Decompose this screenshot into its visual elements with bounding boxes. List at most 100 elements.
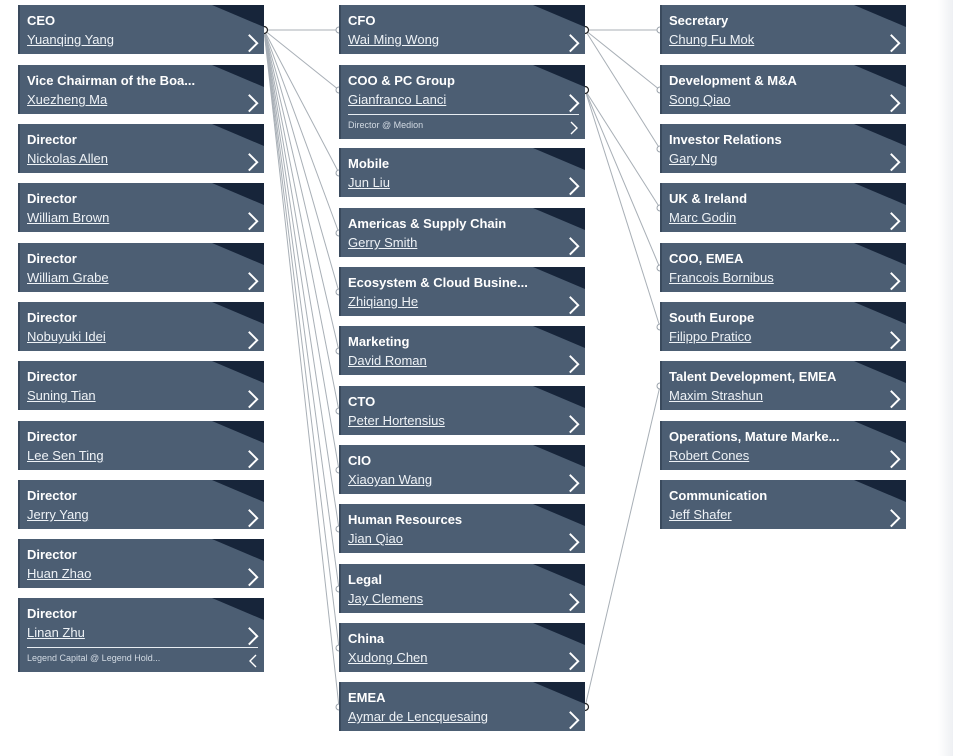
node-person-link[interactable]: Song Qiao — [669, 92, 730, 107]
node-person-link[interactable]: Maxim Strashun — [669, 388, 763, 403]
node-person-link[interactable]: Jerry Yang — [27, 507, 89, 522]
org-node-marketing[interactable]: Marketing David Roman — [339, 326, 585, 375]
chevron-right-icon[interactable] — [246, 210, 260, 231]
org-node-director-tian[interactable]: Director Suning Tian — [18, 361, 264, 410]
chevron-right-icon[interactable] — [567, 709, 581, 730]
org-node-talent[interactable]: Talent Development, EMEA Maxim Strashun — [660, 361, 906, 410]
chevron-right-icon[interactable] — [567, 92, 581, 113]
org-node-coo-pc[interactable]: COO & PC Group Gianfranco Lanci Director @… — [339, 65, 585, 139]
chevron-right-icon[interactable] — [888, 210, 902, 231]
chevron-right-icon[interactable] — [569, 120, 579, 135]
chevron-right-icon[interactable] — [567, 531, 581, 552]
org-node-cto[interactable]: CTO Peter Hortensius — [339, 386, 585, 435]
org-node-hr[interactable]: Human Resources Jian Qiao — [339, 504, 585, 553]
chevron-right-icon[interactable] — [246, 270, 260, 291]
node-person-link[interactable]: Robert Cones — [669, 448, 749, 463]
node-person-link[interactable]: William Grabe — [27, 270, 109, 285]
org-node-operations[interactable]: Operations, Mature Marke... Robert Cones — [660, 421, 906, 470]
org-node-communication[interactable]: Communication Jeff Shafer — [660, 480, 906, 529]
chevron-right-icon[interactable] — [888, 92, 902, 113]
org-node-emea[interactable]: EMEA Aymar de Lencquesaing — [339, 682, 585, 731]
node-person-link[interactable]: Yuanqing Yang — [27, 32, 114, 47]
node-person-link[interactable]: Xudong Chen — [348, 650, 428, 665]
node-person-link[interactable]: Gerry Smith — [348, 235, 417, 250]
chevron-right-icon[interactable] — [567, 294, 581, 315]
chevron-left-icon[interactable] — [248, 653, 258, 668]
org-node-director-grabe[interactable]: Director William Grabe — [18, 243, 264, 292]
node-person-link[interactable]: Jeff Shafer — [669, 507, 732, 522]
chevron-right-icon[interactable] — [246, 329, 260, 350]
org-node-director-zhu[interactable]: Director Linan Zhu Legend Capital @ Legend… — [18, 598, 264, 672]
chevron-right-icon[interactable] — [888, 329, 902, 350]
org-node-director-idei[interactable]: Director Nobuyuki Idei — [18, 302, 264, 351]
chevron-right-icon[interactable] — [246, 566, 260, 587]
chevron-right-icon[interactable] — [888, 151, 902, 172]
node-person-link[interactable]: Jian Qiao — [348, 531, 403, 546]
org-node-south-europe[interactable]: South Europe Filippo Pratico — [660, 302, 906, 351]
org-node-director-yang[interactable]: Director Jerry Yang — [18, 480, 264, 529]
node-title: Operations, Mature Marke... — [669, 429, 840, 444]
node-person-link[interactable]: Huan Zhao — [27, 566, 91, 581]
chevron-right-icon[interactable] — [567, 235, 581, 256]
chevron-right-icon[interactable] — [567, 591, 581, 612]
chevron-right-icon[interactable] — [888, 270, 902, 291]
node-person-link[interactable]: Lee Sen Ting — [27, 448, 104, 463]
org-node-americas[interactable]: Americas & Supply Chain Gerry Smith — [339, 208, 585, 257]
chevron-right-icon[interactable] — [246, 625, 260, 646]
chevron-right-icon[interactable] — [567, 175, 581, 196]
chevron-right-icon[interactable] — [888, 507, 902, 528]
node-person-link[interactable]: Nickolas Allen — [27, 151, 108, 166]
org-node-china[interactable]: China Xudong Chen — [339, 623, 585, 672]
node-person-link[interactable]: Xiaoyan Wang — [348, 472, 432, 487]
node-person-link[interactable]: Wai Ming Wong — [348, 32, 439, 47]
node-title: Legal — [348, 572, 382, 587]
org-node-cfo[interactable]: CFO Wai Ming Wong — [339, 5, 585, 54]
org-node-cio[interactable]: CIO Xiaoyan Wang — [339, 445, 585, 494]
node-person-link[interactable]: Nobuyuki Idei — [27, 329, 106, 344]
node-person-link[interactable]: Peter Hortensius — [348, 413, 445, 428]
org-node-director-allen[interactable]: Director Nickolas Allen — [18, 124, 264, 173]
chevron-right-icon[interactable] — [246, 388, 260, 409]
chevron-right-icon[interactable] — [567, 472, 581, 493]
org-node-director-zhao[interactable]: Director Huan Zhao — [18, 539, 264, 588]
org-node-mobile[interactable]: Mobile Jun Liu — [339, 148, 585, 197]
node-person-link[interactable]: Filippo Pratico — [669, 329, 751, 344]
chevron-right-icon[interactable] — [246, 507, 260, 528]
chevron-right-icon[interactable] — [567, 650, 581, 671]
node-person-link[interactable]: Chung Fu Mok — [669, 32, 754, 47]
org-node-vice-chairman[interactable]: Vice Chairman of the Boa... Xuezheng Ma — [18, 65, 264, 114]
node-person-link[interactable]: Linan Zhu — [27, 625, 85, 640]
chevron-right-icon[interactable] — [246, 151, 260, 172]
chevron-right-icon[interactable] — [567, 32, 581, 53]
org-node-director-brown[interactable]: Director William Brown — [18, 183, 264, 232]
org-node-uk-ireland[interactable]: UK & Ireland Marc Godin — [660, 183, 906, 232]
node-person-link[interactable]: Jun Liu — [348, 175, 390, 190]
org-node-investor[interactable]: Investor Relations Gary Ng — [660, 124, 906, 173]
chevron-right-icon[interactable] — [246, 32, 260, 53]
node-person-link[interactable]: Zhiqiang He — [348, 294, 418, 309]
org-node-development[interactable]: Development & M&A Song Qiao — [660, 65, 906, 114]
chevron-right-icon[interactable] — [567, 413, 581, 434]
org-node-legal[interactable]: Legal Jay Clemens — [339, 564, 585, 613]
org-node-ceo[interactable]: CEO Yuanqing Yang — [18, 5, 264, 54]
node-person-link[interactable]: Jay Clemens — [348, 591, 423, 606]
org-node-director-ting[interactable]: Director Lee Sen Ting — [18, 421, 264, 470]
org-node-coo-emea[interactable]: COO, EMEA Francois Bornibus — [660, 243, 906, 292]
node-person-link[interactable]: Gianfranco Lanci — [348, 92, 446, 107]
node-person-link[interactable]: Marc Godin — [669, 210, 736, 225]
chevron-right-icon[interactable] — [246, 92, 260, 113]
node-person-link[interactable]: David Roman — [348, 353, 427, 368]
node-person-link[interactable]: Francois Bornibus — [669, 270, 774, 285]
chevron-right-icon[interactable] — [888, 32, 902, 53]
node-person-link[interactable]: Aymar de Lencquesaing — [348, 709, 488, 724]
org-node-secretary[interactable]: Secretary Chung Fu Mok — [660, 5, 906, 54]
chevron-right-icon[interactable] — [888, 388, 902, 409]
chevron-right-icon[interactable] — [567, 353, 581, 374]
node-person-link[interactable]: William Brown — [27, 210, 109, 225]
chevron-right-icon[interactable] — [888, 448, 902, 469]
node-person-link[interactable]: Suning Tian — [27, 388, 96, 403]
node-person-link[interactable]: Xuezheng Ma — [27, 92, 107, 107]
node-person-link[interactable]: Gary Ng — [669, 151, 717, 166]
org-node-ecosystem[interactable]: Ecosystem & Cloud Busine... Zhiqiang He — [339, 267, 585, 316]
chevron-right-icon[interactable] — [246, 448, 260, 469]
